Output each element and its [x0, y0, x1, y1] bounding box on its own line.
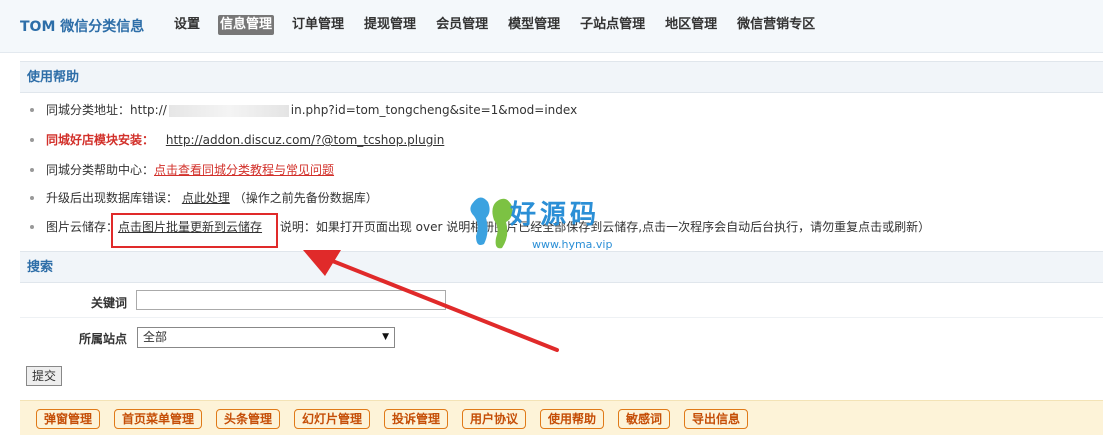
nav-info-management[interactable]: 信息管理: [218, 15, 275, 35]
annotation-highlight-box: [111, 213, 278, 248]
help-center-label: 同城分类帮助中心：: [46, 163, 155, 177]
address-url-prefix: http://: [130, 103, 167, 117]
usage-help-button[interactable]: 使用帮助: [540, 409, 605, 429]
site-select-value: 全部: [143, 330, 168, 344]
annotation-arrow-icon: [303, 250, 559, 352]
nav-wechat-marketing[interactable]: 微信营销专区: [735, 15, 817, 35]
bullet-icon: [30, 225, 34, 229]
keyword-label: 关键词: [90, 296, 127, 310]
watermark-title: 好源码: [510, 200, 601, 230]
nav-settings[interactable]: 设置: [172, 15, 202, 35]
headline-management-button[interactable]: 头条管理: [216, 409, 281, 429]
nav-member-management[interactable]: 会员管理: [434, 15, 490, 35]
nav-order-management[interactable]: 订单管理: [290, 15, 346, 35]
help-center-link[interactable]: 点击查看同城分类教程与常见问题: [154, 163, 334, 177]
user-agreement-button[interactable]: 用户协议: [462, 409, 527, 429]
action-bar: 弹窗管理 首页菜单管理 头条管理 幻灯片管理 投诉管理 用户协议 使用帮助 敏感…: [20, 400, 1103, 435]
help-row-shop-module: 同城好店模块安装： http://addon.discuz.com/?@tom_…: [20, 126, 1103, 154]
main-nav: 设置 信息管理 订单管理 提现管理 会员管理 模型管理 子站点管理 地区管理 微…: [172, 15, 833, 35]
sensitive-words-button[interactable]: 敏感词: [618, 409, 671, 429]
bullet-icon: [30, 168, 34, 172]
top-bar: TOM 微信分类信息 设置 信息管理 订单管理 提现管理 会员管理 模型管理 子…: [0, 0, 1103, 53]
nav-model-management[interactable]: 模型管理: [506, 15, 562, 35]
bullet-icon: [30, 138, 34, 142]
shop-module-link[interactable]: http://addon.discuz.com/?@tom_tcshop.plu…: [166, 133, 444, 147]
app-brand: TOM 微信分类信息: [20, 19, 145, 35]
home-menu-management-button[interactable]: 首页菜单管理: [114, 409, 203, 429]
nav-substation-management[interactable]: 子站点管理: [578, 15, 647, 35]
nav-withdraw-management[interactable]: 提现管理: [362, 15, 418, 35]
complaint-management-button[interactable]: 投诉管理: [384, 409, 449, 429]
db-error-label: 升级后出现数据库错误：: [46, 191, 179, 205]
submit-button[interactable]: 提交: [26, 366, 62, 386]
nav-region-management[interactable]: 地区管理: [663, 15, 719, 35]
site-label: 所属站点: [78, 332, 127, 346]
cloud-storage-label: 图片云储存：: [46, 220, 119, 234]
slideshow-management-button[interactable]: 幻灯片管理: [294, 409, 371, 429]
help-row-help-center: 同城分类帮助中心：点击查看同城分类教程与常见问题: [20, 156, 1103, 184]
export-info-button[interactable]: 导出信息: [684, 409, 749, 429]
help-section-title: 使用帮助: [20, 61, 1103, 93]
help-row-address: 同城分类地址：http:// in.php?id=tom_tongcheng&si…: [20, 96, 1103, 124]
db-fix-link[interactable]: 点此处理: [182, 191, 230, 205]
shop-module-label: 同城好店模块安装：: [46, 133, 155, 147]
blurred-mask: [168, 104, 289, 117]
address-url-suffix: in.php?id=tom_tongcheng&site=1&mod=index: [290, 103, 578, 117]
popup-management-button[interactable]: 弹窗管理: [36, 409, 101, 429]
address-label: 同城分类地址：: [46, 103, 131, 117]
bullet-icon: [30, 108, 34, 112]
bullet-icon: [30, 196, 34, 200]
db-error-note: （操作之前先备份数据库）: [233, 191, 378, 205]
